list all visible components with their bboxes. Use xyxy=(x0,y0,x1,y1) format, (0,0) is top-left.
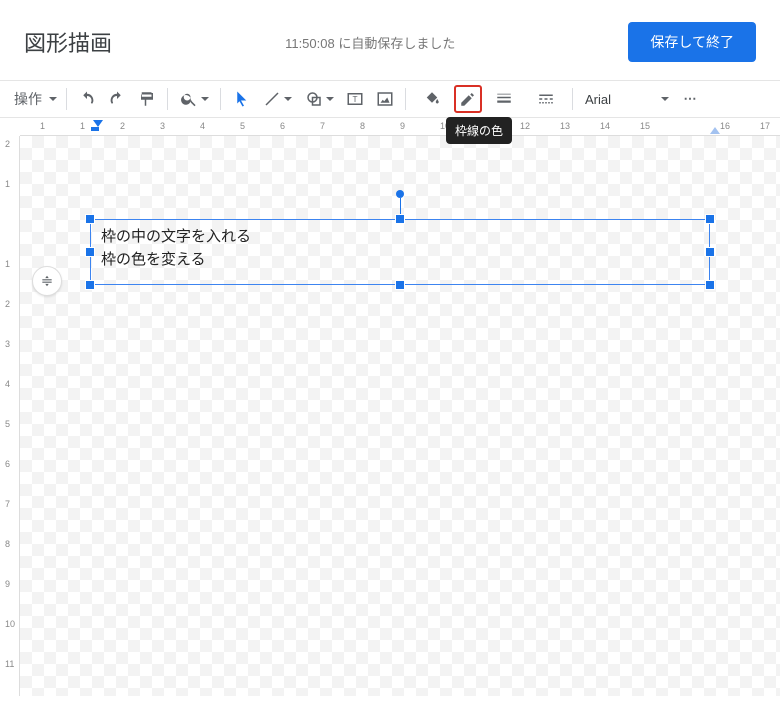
border-weight-button[interactable] xyxy=(484,85,524,113)
shape-icon xyxy=(305,90,323,108)
image-icon xyxy=(376,90,394,108)
textbox-icon: T xyxy=(346,90,364,108)
dialog-header: 図形描画 11:50:08 に自動保存しました 保存して終了 xyxy=(0,0,780,80)
autosave-status: 11:50:08 に自動保存しました xyxy=(285,33,455,52)
fill-icon xyxy=(423,90,441,108)
fill-color-button[interactable] xyxy=(412,85,452,113)
resize-handle-tm[interactable] xyxy=(396,215,404,223)
zoom-dropdown[interactable] xyxy=(174,85,214,113)
indent-left-marker[interactable] xyxy=(93,120,103,127)
chevron-down-icon xyxy=(326,97,334,101)
more-options-button[interactable]: ⋯ xyxy=(677,85,705,113)
svg-text:T: T xyxy=(352,95,357,104)
redo-icon xyxy=(108,90,126,108)
tooltip: 枠線の色 xyxy=(446,117,512,144)
chevron-down-icon xyxy=(284,97,292,101)
separator xyxy=(66,88,67,110)
vertical-ruler: 2 1 1 2 3 4 5 6 7 8 9 10 11 xyxy=(0,136,20,696)
rotate-connector xyxy=(400,198,401,216)
selected-textbox[interactable]: 枠の中の文字を入れる 枠の色を変える xyxy=(90,219,710,285)
horizontal-ruler: 1 1 2 3 4 5 6 7 8 9 10 11 12 13 14 15 16… xyxy=(20,118,780,136)
shape-tool[interactable] xyxy=(299,85,339,113)
workspace: 2 1 1 2 3 4 5 6 7 8 9 10 11 枠の中の文字を入れる 枠… xyxy=(0,136,780,696)
separator xyxy=(405,88,406,110)
pencil-icon xyxy=(459,90,477,108)
select-tool[interactable] xyxy=(227,85,255,113)
line-dash-icon xyxy=(537,90,555,108)
resize-handle-bm[interactable] xyxy=(396,281,404,289)
separator xyxy=(167,88,168,110)
actions-menu[interactable]: 操作 xyxy=(8,85,60,113)
drag-lines-icon xyxy=(40,274,54,288)
toolbar: 操作 T 枠線の色 xyxy=(0,80,780,118)
chevron-down-icon xyxy=(661,97,669,101)
more-icon: ⋯ xyxy=(684,91,699,107)
indent-left-bar[interactable] xyxy=(91,127,99,131)
separator xyxy=(572,88,573,110)
textbox-tool[interactable]: T xyxy=(341,85,369,113)
drawing-canvas[interactable]: 枠の中の文字を入れる 枠の色を変える xyxy=(20,136,780,696)
image-tool[interactable] xyxy=(371,85,399,113)
zoom-icon xyxy=(180,90,198,108)
resize-handle-ml[interactable] xyxy=(86,248,94,256)
chevron-down-icon xyxy=(49,97,57,101)
line-icon xyxy=(263,90,281,108)
rotate-handle[interactable] xyxy=(396,190,404,198)
line-weight-icon xyxy=(495,90,513,108)
cursor-icon xyxy=(232,90,250,108)
border-dash-button[interactable] xyxy=(526,85,566,113)
resize-handle-br[interactable] xyxy=(706,281,714,289)
redo-button[interactable] xyxy=(103,85,131,113)
chevron-down-icon xyxy=(201,97,209,101)
resize-handle-tr[interactable] xyxy=(706,215,714,223)
resize-handle-mr[interactable] xyxy=(706,248,714,256)
save-and-close-button[interactable]: 保存して終了 xyxy=(628,22,756,62)
undo-icon xyxy=(78,90,96,108)
resize-handle-tl[interactable] xyxy=(86,215,94,223)
font-selector[interactable]: Arial xyxy=(579,85,675,113)
resize-handle-bl[interactable] xyxy=(86,281,94,289)
separator xyxy=(220,88,221,110)
undo-button[interactable] xyxy=(73,85,101,113)
side-drag-button[interactable] xyxy=(32,266,62,296)
paint-format-button[interactable] xyxy=(133,85,161,113)
paint-roller-icon xyxy=(138,90,156,108)
line-tool[interactable] xyxy=(257,85,297,113)
textbox-content[interactable]: 枠の中の文字を入れる 枠の色を変える xyxy=(91,220,709,277)
dialog-title: 図形描画 xyxy=(24,26,112,58)
indent-right-marker[interactable] xyxy=(710,127,720,134)
border-color-button[interactable]: 枠線の色 xyxy=(454,85,482,113)
